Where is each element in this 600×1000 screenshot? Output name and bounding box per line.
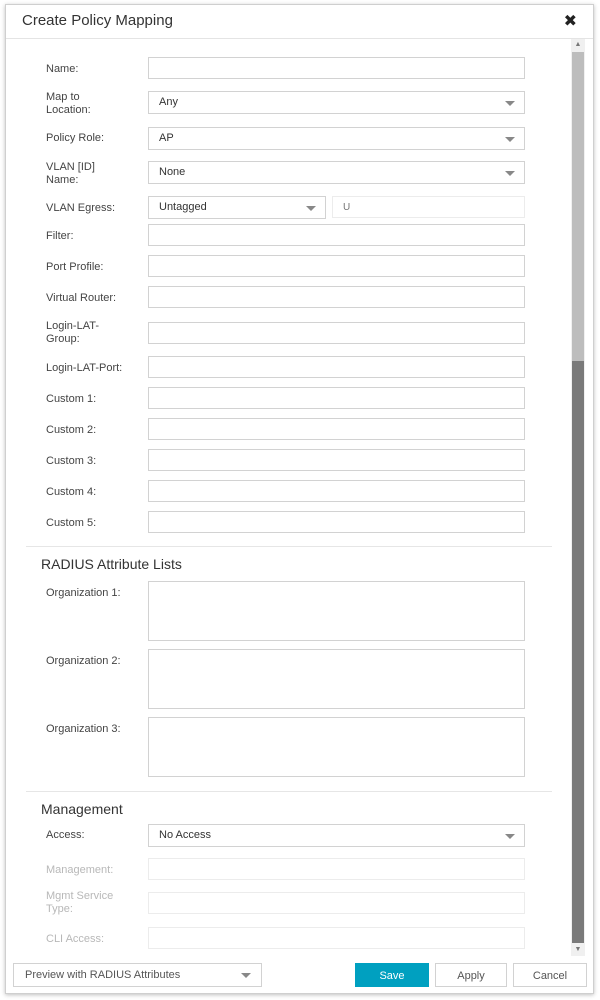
preview-radius-select[interactable]: Preview with RADIUS Attributes xyxy=(13,963,262,987)
custom-4-label: Custom 4: xyxy=(46,486,97,498)
filter-label: Filter: xyxy=(46,230,74,242)
dialog-header: Create Policy Mapping ✖ xyxy=(6,5,593,39)
port-profile-label: Port Profile: xyxy=(46,261,104,273)
vlan-egress-code-input[interactable] xyxy=(332,196,525,218)
save-button[interactable]: Save xyxy=(355,963,429,987)
mgmt-service-type-input[interactable] xyxy=(148,892,525,914)
management-section-title: Management xyxy=(41,801,123,817)
vlan-name-value: None xyxy=(159,166,186,178)
policy-role-select[interactable]: AP xyxy=(148,127,525,150)
access-value: No Access xyxy=(159,829,211,841)
dialog-footer: Preview with RADIUS Attributes Save Appl… xyxy=(6,956,593,993)
close-icon[interactable]: ✖ xyxy=(564,11,577,31)
scroll-down-icon[interactable]: ▼ xyxy=(571,944,585,956)
port-profile-input[interactable] xyxy=(148,255,525,277)
custom-3-label: Custom 3: xyxy=(46,455,97,467)
custom-1-label: Custom 1: xyxy=(46,393,97,405)
organization-2-label: Organization 2: xyxy=(46,655,121,667)
name-input[interactable] xyxy=(148,57,525,79)
apply-button[interactable]: Apply xyxy=(435,963,507,987)
chevron-down-icon xyxy=(241,973,251,978)
dialog-title: Create Policy Mapping xyxy=(22,12,173,29)
scroll-thumb[interactable] xyxy=(572,361,584,943)
chevron-down-icon xyxy=(505,171,515,176)
preview-radius-label: Preview with RADIUS Attributes xyxy=(25,969,181,981)
custom-2-label: Custom 2: xyxy=(46,424,97,436)
cli-access-input[interactable] xyxy=(148,927,525,949)
cancel-button[interactable]: Cancel xyxy=(513,963,587,987)
policy-role-label: Policy Role: xyxy=(46,132,105,144)
scrollbar[interactable]: ▲ ▼ xyxy=(571,39,585,956)
chevron-down-icon xyxy=(505,101,515,106)
section-divider xyxy=(26,546,552,547)
mgmt-service-type-label: Mgmt Service Type: xyxy=(46,890,114,915)
custom-1-input[interactable] xyxy=(148,387,525,409)
login-lat-group-input[interactable] xyxy=(148,322,525,344)
vlan-name-label: VLAN [ID] Name: xyxy=(46,161,95,186)
custom-3-input[interactable] xyxy=(148,449,525,471)
organization-1-label: Organization 1: xyxy=(46,587,121,599)
map-to-location-label: Map to Location: xyxy=(46,91,91,116)
virtual-router-input[interactable] xyxy=(148,286,525,308)
vlan-egress-value: Untagged xyxy=(159,201,207,213)
custom-5-label: Custom 5: xyxy=(46,517,97,529)
access-select[interactable]: No Access xyxy=(148,824,525,847)
radius-section-title: RADIUS Attribute Lists xyxy=(41,556,182,572)
map-to-location-value: Any xyxy=(159,96,178,108)
chevron-down-icon xyxy=(306,206,316,211)
name-label: Name: xyxy=(46,63,79,75)
policy-role-value: AP xyxy=(159,132,174,144)
login-lat-group-label: Login-LAT-Group: xyxy=(46,320,99,345)
cli-access-label: CLI Access: xyxy=(46,933,105,945)
section-divider xyxy=(26,791,552,792)
login-lat-port-input[interactable] xyxy=(148,356,525,378)
organization-2-textarea[interactable] xyxy=(148,649,525,709)
create-policy-mapping-dialog: Create Policy Mapping ✖ Name: Map to Loc… xyxy=(5,4,594,994)
management-input[interactable] xyxy=(148,858,525,880)
chevron-down-icon xyxy=(505,137,515,142)
scroll-up-icon[interactable]: ▲ xyxy=(571,39,585,51)
organization-3-textarea[interactable] xyxy=(148,717,525,777)
vlan-egress-label: VLAN Egress: xyxy=(46,202,116,214)
access-label: Access: xyxy=(46,829,85,841)
vlan-name-select[interactable]: None xyxy=(148,161,525,184)
login-lat-port-label: Login-LAT-Port: xyxy=(46,362,123,374)
filter-input[interactable] xyxy=(148,224,525,246)
custom-5-input[interactable] xyxy=(148,511,525,533)
dialog-body: Name: Map to Location: Any Policy Role: … xyxy=(6,39,593,956)
custom-2-input[interactable] xyxy=(148,418,525,440)
management-label: Management: xyxy=(46,864,114,876)
map-to-location-select[interactable]: Any xyxy=(148,91,525,114)
virtual-router-label: Virtual Router: xyxy=(46,292,117,304)
vlan-egress-select[interactable]: Untagged xyxy=(148,196,326,219)
chevron-down-icon xyxy=(505,834,515,839)
custom-4-input[interactable] xyxy=(148,480,525,502)
organization-1-textarea[interactable] xyxy=(148,581,525,641)
organization-3-label: Organization 3: xyxy=(46,723,121,735)
